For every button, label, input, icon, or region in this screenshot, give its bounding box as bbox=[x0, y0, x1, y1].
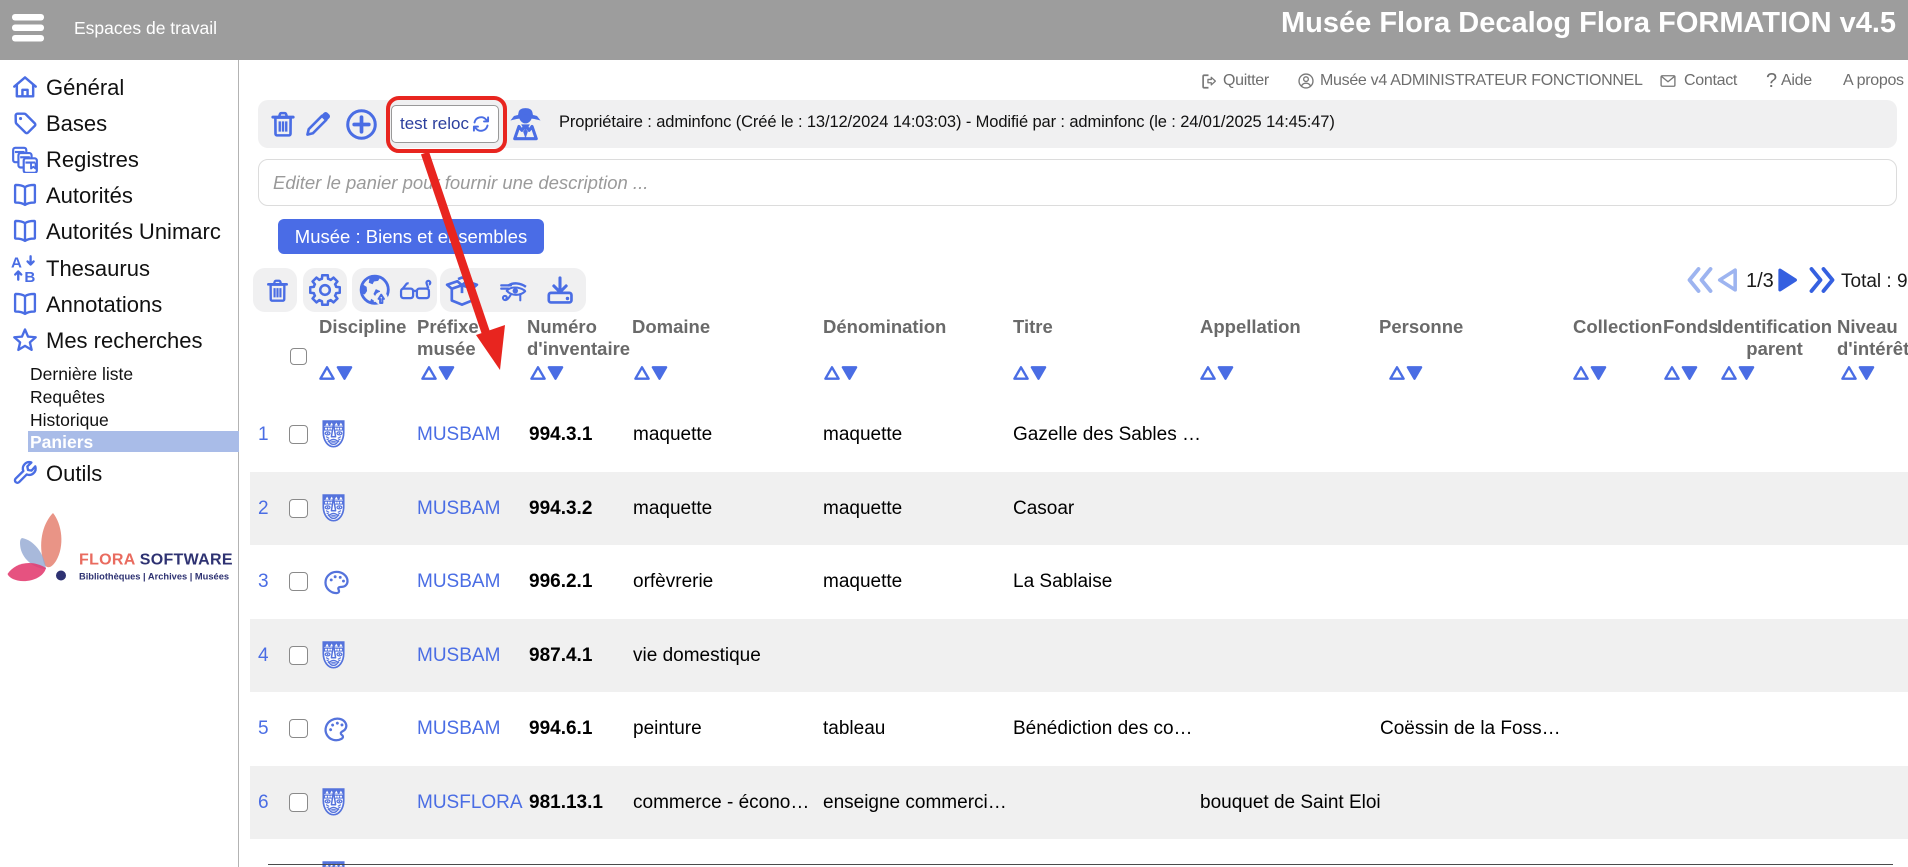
svg-text:FLORA SOFTWARE: FLORA SOFTWARE bbox=[79, 552, 233, 569]
svg-text:Bibliothèques | Archives | Mus: Bibliothèques | Archives | Musées bbox=[79, 572, 229, 582]
